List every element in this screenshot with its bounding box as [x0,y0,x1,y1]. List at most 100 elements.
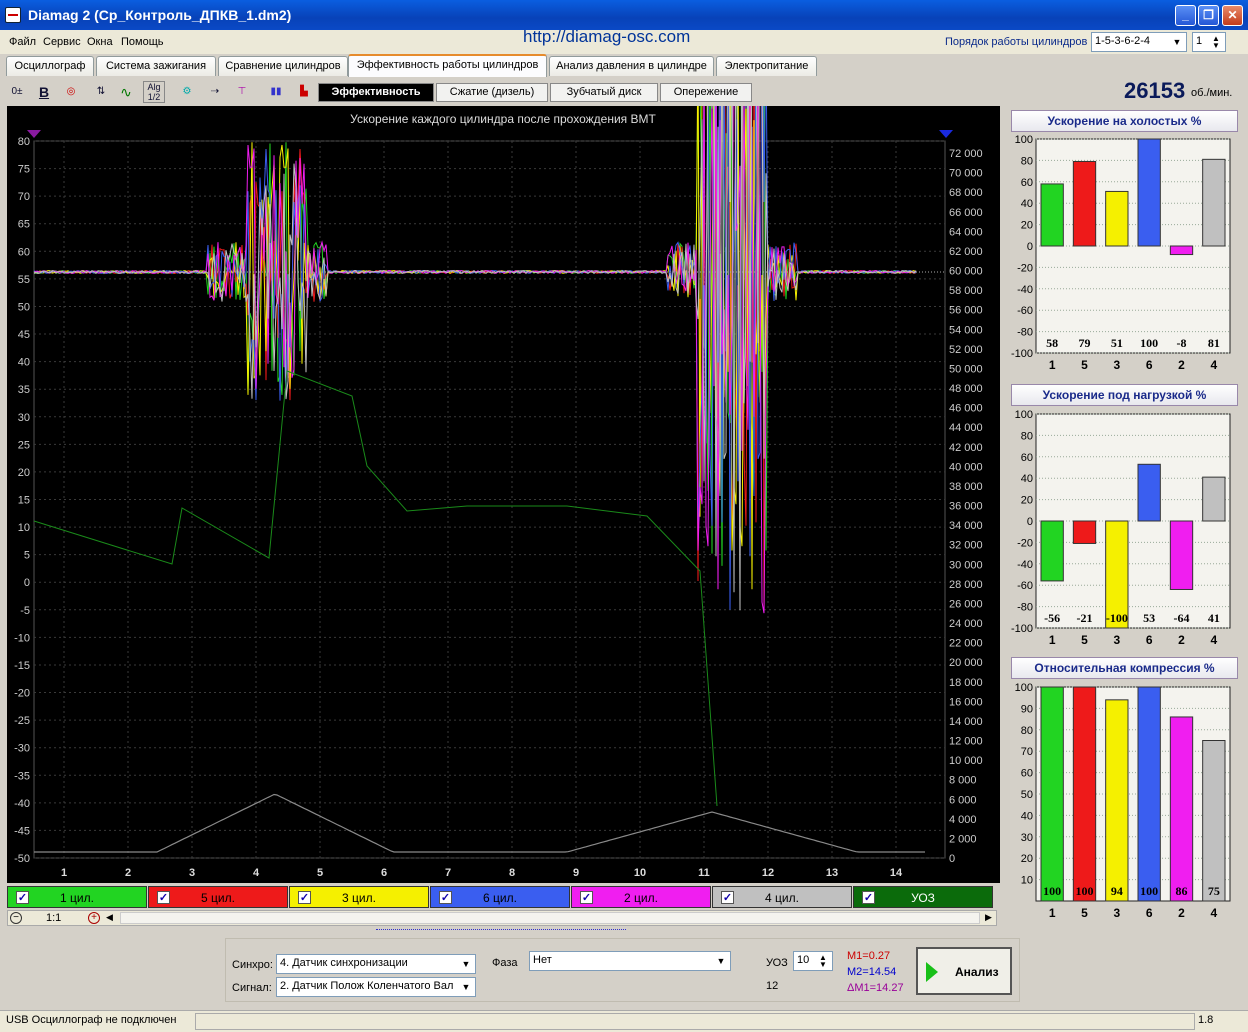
bar-y-tick: 40 [1021,810,1033,822]
scale-icon[interactable]: 0± [6,81,28,103]
site-url[interactable]: http://diamag-osc.com [523,27,690,47]
menu-windows[interactable]: Окна [87,36,113,48]
histogram-icon[interactable]: ▙ [293,81,315,103]
bar-category-label: 5 [1081,906,1088,920]
legend-cyl-3[interactable]: ✓ 3 цил. [289,886,429,908]
bar-y-tick: 100 [1015,409,1033,421]
bar-category-label: 6 [1146,358,1153,372]
check-icon[interactable]: ✓ [439,891,452,904]
legend-cyl-1[interactable]: ✓ 1 цил. [7,886,147,908]
close-button[interactable]: ✕ [1222,5,1243,26]
bars-icon[interactable]: ▮▮ [265,81,287,103]
tab-oscillograph[interactable]: Осциллограф [6,56,94,76]
x-tick: 8 [509,867,515,879]
maximize-button[interactable]: ❐ [1198,5,1219,26]
legend-cyl-2[interactable]: ✓ 2 цил. [571,886,711,908]
signal-value: 2. Датчик Полож Коленчатого Вал [280,980,454,992]
legend-cyl-5[interactable]: ✓ 5 цил. [148,886,288,908]
chevron-down-icon: ▼ [716,956,726,966]
y-left-tick: 50 [18,301,30,313]
zoom-in-icon[interactable]: + [88,912,100,924]
load-accel-chart: 100 80 60 40 20 0 -20 -40 -60 -80 -100 -56 1 -21 5 -100… [1011,409,1231,647]
phase-select[interactable]: Нет ▼ [529,951,731,971]
y-right-tick: 30 000 [949,559,983,571]
bar [1202,740,1226,902]
x-tick: 13 [826,867,838,879]
bar-y-tick: 40 [1021,198,1033,210]
bar-y-tick: 10 [1021,875,1033,887]
menu-file[interactable]: Файл [9,36,36,48]
bar-y-tick: 40 [1021,473,1033,485]
filter-icon[interactable]: ⚙ [176,81,198,103]
legend-uoz[interactable]: ✓ УОЗ [853,886,993,908]
sort-icon[interactable]: ⇅ [90,81,112,103]
firing-order-spin[interactable]: 1 ▲ ▼ [1192,32,1226,52]
bar-category-label: 1 [1049,633,1056,647]
scroll-left-icon[interactable]: ◀ [106,912,113,923]
x-tick: 4 [253,867,260,879]
tab-pressure-analysis[interactable]: Анализ давления в цилиндре [549,56,714,76]
uoz-value: 10 [797,954,810,966]
firing-order-select[interactable]: 1-5-3-6-2-4 ▼ [1091,32,1187,52]
bar-category-label: 2 [1178,633,1185,647]
bar-value-label: -21 [1077,611,1093,625]
trend-icon[interactable]: ∿ [115,81,137,103]
subtab-advance[interactable]: Опережение [660,83,752,102]
y-left-tick: 45 [18,329,30,341]
toolbar: 0± B ◎ ⇅ ∿ Alg 1/2 ⚙ ⇢ ⊤ ▮▮ ▙ Эффективнос… [0,78,1003,106]
algorithm-icon[interactable]: Alg 1/2 [143,81,165,103]
acceleration-plot[interactable]: Ускорение каждого цилиндра после прохожд… [7,106,1000,883]
signal-select[interactable]: 2. Датчик Полож Коленчатого Вал ▼ [276,977,476,997]
tab-cylinder-efficiency[interactable]: Эффективность работы цилиндров [348,54,547,77]
scroll-right-icon[interactable]: ▶ [985,912,992,923]
cylinder-trace [33,106,917,590]
spin-arrows-icon[interactable]: ▲ ▼ [816,954,830,969]
sync-select[interactable]: 4. Датчик синхронизации ▼ [276,954,476,974]
cylinder-legend: ✓ 1 цил. ✓ 5 цил. ✓ 3 цил. ✓ 6 цил. ✓ 2 цил. … [7,886,1000,909]
compression-panel: Относительная компрессия % 100 90 80 70 60 50… [1008,656,1240,926]
y-right-tick: 40 000 [949,461,983,473]
analysis-button[interactable]: Анализ [916,947,1012,995]
tab-cylinder-compare[interactable]: Сравнение цилиндров [218,56,348,76]
bottom-controls: Синхро: 4. Датчик синхронизации ▼ Сигнал:… [225,938,1020,1002]
check-icon[interactable]: ✓ [157,891,170,904]
legend-cyl-6[interactable]: ✓ 6 цил. [430,886,570,908]
order-icon[interactable]: ⇢ [204,81,226,103]
check-icon[interactable]: ✓ [298,891,311,904]
check-icon[interactable]: ✓ [721,891,734,904]
bold-icon[interactable]: B [33,81,55,103]
sync-label: Синхро: [232,959,273,971]
minimize-button[interactable]: _ [1175,5,1196,26]
uoz-spin[interactable]: 10 ▲ ▼ [793,951,833,971]
status-panel [195,1013,1195,1030]
subtab-compression[interactable]: Сжатие (дизель) [436,83,548,102]
bar-category-label: 1 [1049,906,1056,920]
legend-label: УОЗ [911,891,935,905]
spin-arrows-icon[interactable]: ▲ ▼ [1209,35,1223,50]
bar-value-label: 100 [1140,336,1158,350]
rpm-icon[interactable]: ◎ [60,81,82,103]
check-icon[interactable]: ✓ [16,891,29,904]
zoom-out-icon[interactable]: − [10,912,22,924]
bar-y-tick: 100 [1015,682,1033,694]
y-left-tick: 20 [18,467,30,479]
legend-cyl-4[interactable]: ✓ 4 цил. [712,886,852,908]
menu-service[interactable]: Сервис [43,36,81,48]
horizontal-scrollbar[interactable] [120,912,980,924]
y-left-tick: -20 [14,688,30,700]
check-icon[interactable]: ✓ [580,891,593,904]
tab-ignition[interactable]: Система зажигания [96,56,216,76]
subtab-efficiency[interactable]: Эффективность [318,83,434,102]
y-left-tick: 0 [24,577,30,589]
marker-icon[interactable]: ⊤ [231,81,253,103]
y-right-tick: 62 000 [949,246,983,258]
legend-label: 6 цил. [483,891,517,905]
panel-splitter[interactable] [376,929,626,935]
check-icon[interactable]: ✓ [862,891,875,904]
menu-help[interactable]: Помощь [121,36,164,48]
bar-category-label: 5 [1081,633,1088,647]
tab-power-supply[interactable]: Электропитание [716,56,817,76]
subtab-toothed-disk[interactable]: Зубчатый диск [550,83,658,102]
play-icon [926,962,938,982]
load-accel-title: Ускорение под нагрузкой % [1011,384,1238,406]
